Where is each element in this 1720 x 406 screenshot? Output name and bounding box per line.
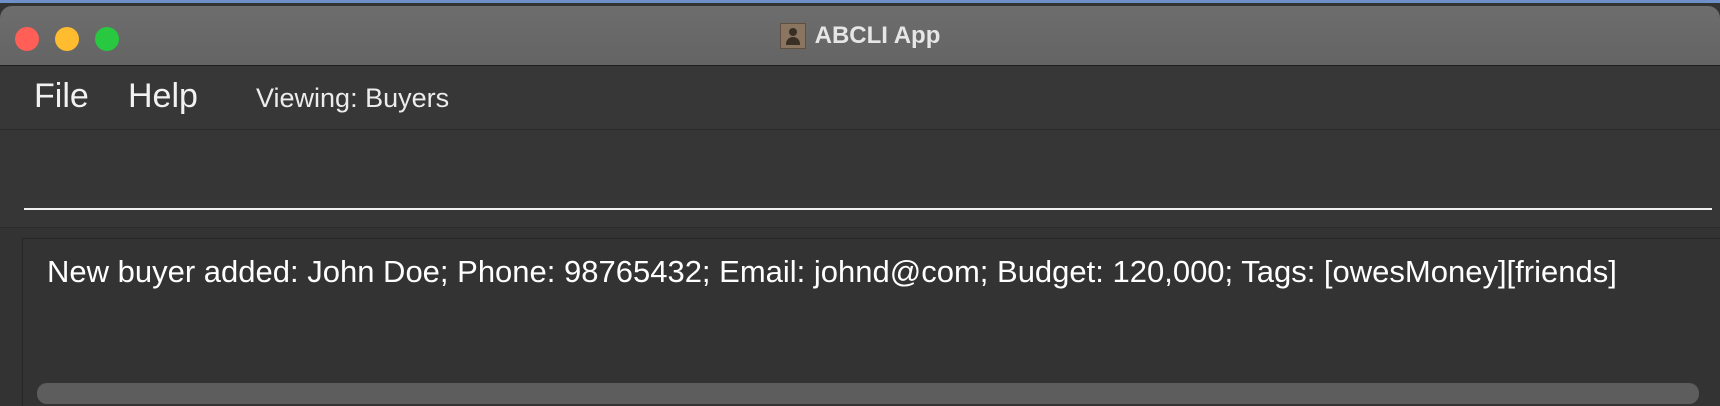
viewing-status-label: Viewing: Buyers xyxy=(256,83,450,113)
window-title: ABCLI App xyxy=(814,21,941,49)
help-menu[interactable]: Help xyxy=(128,76,198,116)
file-menu[interactable]: File xyxy=(34,76,89,116)
horizontal-scrollbar[interactable] xyxy=(37,383,1699,404)
result-display[interactable]: New buyer added: John Doe; Phone: 987654… xyxy=(22,238,1720,406)
command-box-panel xyxy=(0,130,1720,228)
app-icon xyxy=(779,22,806,49)
app-window: ABCLI App File Help Viewing: Buyers New … xyxy=(0,0,1720,406)
title-bar[interactable]: ABCLI App xyxy=(0,6,1720,66)
result-message: New buyer added: John Doe; Phone: 987654… xyxy=(47,254,1617,289)
window-title-group: ABCLI App xyxy=(0,6,1720,65)
menu-bar: File Help Viewing: Buyers xyxy=(0,66,1720,130)
command-input[interactable] xyxy=(24,150,1712,210)
